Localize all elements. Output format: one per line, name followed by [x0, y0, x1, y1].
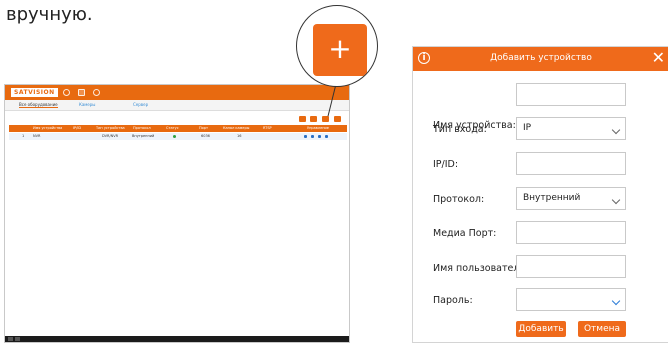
column-header: Управление: [307, 126, 329, 130]
status-online-icon: [173, 135, 176, 138]
tab-cameras[interactable]: Камеры: [79, 102, 95, 107]
chevron-down-icon: [611, 125, 621, 135]
taskbar-item[interactable]: [15, 337, 20, 341]
device-name-input[interactable]: [516, 83, 626, 106]
toolbar-button-2[interactable]: [310, 116, 317, 122]
username-input[interactable]: [516, 255, 626, 278]
row-device-type: DVR/NVR: [102, 134, 119, 138]
column-header: Имя устройства: [33, 126, 63, 130]
row-protocol: Внутренний: [132, 134, 155, 138]
column-header: Канал камеры: [223, 126, 250, 130]
password-label: Пароль:: [433, 295, 473, 306]
column-header: Протокол: [133, 126, 151, 130]
add-device-small-button[interactable]: [322, 116, 329, 122]
protocol-select[interactable]: Внутренний: [516, 187, 626, 210]
toolbar-button-1[interactable]: [299, 116, 306, 122]
app-tab-bar: Все оборудование Камеры Сервер: [5, 100, 349, 111]
input-type-label: Тип входа:: [433, 124, 487, 135]
column-header: Тип устройства: [96, 126, 125, 130]
settings-icon[interactable]: [93, 89, 100, 96]
cancel-button[interactable]: Отмена: [578, 321, 626, 337]
add-device-dialog: i Добавить устройство ✕ Имя устройства: …: [412, 46, 668, 343]
device-list-screenshot: SATVISION Все оборудование Камеры Сервер…: [4, 84, 350, 343]
column-header: Порт: [199, 126, 209, 130]
taskbar-item[interactable]: [8, 337, 13, 341]
close-icon[interactable]: ✕: [652, 49, 665, 67]
app-header-bar: SATVISION: [5, 85, 349, 100]
dialog-title: Добавить устройство: [490, 53, 592, 63]
media-port-input[interactable]: [516, 221, 626, 244]
settings-icon[interactable]: [311, 135, 314, 138]
column-header: RTSP: [263, 126, 272, 130]
toolbar-button-4[interactable]: [334, 116, 341, 122]
row-port: 6036: [201, 134, 210, 138]
zoom-callout: +: [296, 5, 378, 87]
device-table-header: Имя устройства IP/ID Тип устройства Прот…: [9, 125, 347, 132]
row-device-name: NVR: [33, 134, 41, 138]
plus-icon: +: [328, 32, 352, 65]
username-label: Имя пользователя:: [433, 263, 529, 274]
intro-text: вручную.: [6, 4, 93, 25]
ip-id-input[interactable]: [516, 152, 626, 175]
row-index: 1: [22, 134, 25, 138]
ip-id-label: IP/ID:: [433, 159, 459, 170]
column-header: IP/ID: [73, 126, 82, 130]
input-type-value: IP: [523, 123, 532, 133]
chevron-down-icon: [611, 296, 621, 306]
chevron-down-icon: [611, 195, 621, 205]
tab-server[interactable]: Сервер: [133, 102, 148, 107]
home-icon[interactable]: [63, 89, 70, 96]
protocol-label: Протокол:: [433, 194, 485, 205]
edit-icon[interactable]: [304, 135, 307, 138]
column-header: Статус: [166, 126, 179, 130]
info-icon[interactable]: [325, 135, 328, 138]
media-port-label: Медиа Порт:: [433, 228, 497, 239]
row-channels: 16: [237, 134, 242, 138]
add-device-button[interactable]: +: [313, 24, 367, 76]
password-select[interactable]: [516, 288, 626, 311]
taskbar: [5, 336, 349, 342]
devices-icon[interactable]: [78, 89, 85, 96]
dialog-header: i Добавить устройство ✕: [413, 47, 668, 71]
tab-all-equipment[interactable]: Все оборудование: [19, 102, 58, 108]
protocol-value: Внутренний: [523, 193, 581, 203]
add-button[interactable]: Добавить: [516, 321, 566, 337]
brand-logo: SATVISION: [11, 88, 58, 97]
input-type-select[interactable]: IP: [516, 117, 626, 140]
delete-icon[interactable]: [318, 135, 321, 138]
table-row[interactable]: 1 NVR DVR/NVR Внутренний 6036 16: [9, 133, 347, 140]
